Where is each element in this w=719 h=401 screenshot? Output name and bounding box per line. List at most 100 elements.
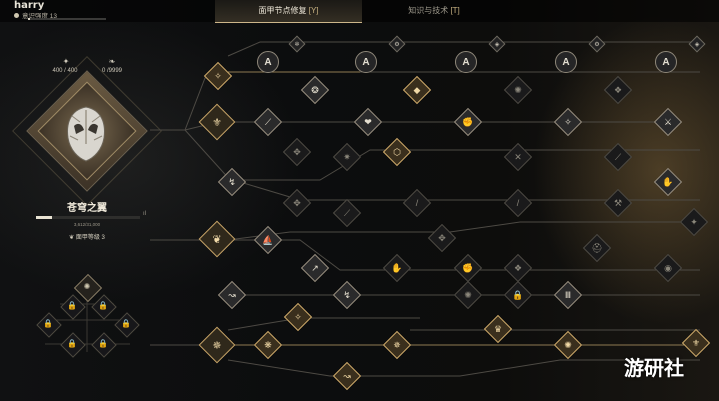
skill-node-r5-6[interactable]: ✦ [679, 207, 709, 237]
pillar-icon: Ⅲ [564, 289, 572, 300]
skill-node-r3-1[interactable]: ⟋ [253, 107, 283, 137]
gem-icon: ✦ [690, 216, 698, 227]
skill-node-r2-3[interactable]: ✺ [503, 75, 533, 105]
skill-node-r7-4[interactable]: ❖ [503, 253, 533, 283]
a-rank-icon: A [462, 56, 470, 68]
hand-icon: ✋ [662, 176, 674, 187]
shell-icon: ✺ [514, 84, 522, 95]
mask-icon: ✥ [293, 146, 301, 157]
skill-node-r9-2[interactable]: ❋ [253, 330, 283, 360]
wing-icon: ✧ [294, 311, 302, 322]
skill-node-s4[interactable]: ⚙ [588, 35, 606, 53]
skill-node-r5-1[interactable]: ✥ [282, 188, 312, 218]
heart-icon: ❤ [364, 116, 372, 127]
fist-icon: ✊ [462, 116, 474, 127]
skill-node-r8-1[interactable]: ↯ [332, 280, 362, 310]
shield-icon: ⬡ [393, 146, 401, 157]
upgrade-node-a5[interactable]: A [655, 51, 677, 73]
shell-icon: ✺ [464, 289, 472, 300]
skill-node-r8-2[interactable]: ✺ [453, 280, 483, 310]
crown-icon: ♛ [493, 323, 503, 334]
skill-node-s2[interactable]: ⚙ [388, 35, 406, 53]
skill-node-r9-3[interactable]: ✵ [382, 330, 412, 360]
skill-node-root-4[interactable]: ❦ [198, 220, 236, 258]
skill-node-r5-3[interactable]: / [402, 188, 432, 218]
upgrade-node-a4[interactable]: A [555, 51, 577, 73]
blade-icon: ⟋ [614, 151, 622, 162]
upgrade-node-a1[interactable]: A [257, 51, 279, 73]
skill-node-r9-6[interactable]: ⚜ [681, 328, 711, 358]
feather-icon: ⟋ [343, 207, 351, 218]
skill-node-root-1[interactable]: ✧ [203, 61, 233, 91]
skill-node-r5-2[interactable]: ⟋ [332, 198, 362, 228]
skill-node-r2-4[interactable]: ❖ [603, 75, 633, 105]
skill-node-r6-1[interactable]: ⛵ [253, 225, 283, 255]
skill-node-r3-4[interactable]: ✧ [553, 107, 583, 137]
blade-icon: / [516, 198, 520, 208]
boot-icon: ↯ [343, 289, 351, 300]
skill-node-r9-5[interactable]: ✺ [553, 330, 583, 360]
lock-icon: 🔒 [512, 289, 524, 300]
a-rank-icon: A [662, 56, 670, 68]
skill-node-r3-3[interactable]: ✊ [453, 107, 483, 137]
skill-node-r8-4[interactable]: Ⅲ [553, 280, 583, 310]
skill-node-r8-3[interactable]: 🔒 [503, 280, 533, 310]
watermark-logo: 游研社 [624, 356, 684, 380]
gear-icon: ✲ [294, 41, 300, 48]
skill-node-r2-2[interactable]: ◆ [402, 75, 432, 105]
a-rank-icon: A [362, 56, 370, 68]
skill-node-root-6[interactable]: ✵ [198, 326, 236, 364]
skill-node-r3-5[interactable]: ⚔ [653, 107, 683, 137]
skill-node-r9-1[interactable]: ✧ [283, 302, 313, 332]
sigil-icon: ✵ [212, 339, 222, 352]
skill-node-r3-2[interactable]: ❤ [353, 107, 383, 137]
eye-icon: ◉ [664, 262, 672, 273]
skill-node-root-2[interactable]: ⚜ [198, 103, 236, 141]
blade-icon: / [415, 198, 419, 208]
skill-node-r2-1[interactable]: ❂ [300, 75, 330, 105]
skill-node-r4-6[interactable]: ✋ [653, 167, 683, 197]
claw-icon: ⚜ [212, 116, 222, 129]
boot-icon: ↯ [228, 176, 236, 187]
crossed-swords-icon: ✕ [514, 151, 522, 162]
a-rank-icon: A [264, 56, 272, 68]
boat-icon: ⛵ [262, 234, 274, 245]
claw-icon: ⚔ [663, 116, 673, 127]
skill-node-r4-4[interactable]: ✕ [503, 142, 533, 172]
skill-node-r6-2[interactable]: ✥ [427, 223, 457, 253]
skill-node-r5-5[interactable]: ⚒ [603, 188, 633, 218]
skill-node-r7-5[interactable]: ◉ [653, 253, 683, 283]
a-rank-icon: A [562, 56, 570, 68]
skill-node-r5-4[interactable]: / [503, 188, 533, 218]
skill-node-r7-3[interactable]: ✊ [453, 253, 483, 283]
orb-icon: ❖ [613, 84, 623, 95]
skill-node-r4-2[interactable]: ✷ [332, 142, 362, 172]
spark-icon: ✷ [343, 151, 351, 162]
dash-icon: ↝ [228, 289, 236, 300]
orb-icon: ❖ [513, 262, 523, 273]
skill-node-r4-3[interactable]: ⬡ [382, 137, 412, 167]
skill-node-r7-1[interactable]: ↗ [300, 253, 330, 283]
skill-node-s5[interactable]: ◈ [688, 35, 706, 53]
skill-node-s1[interactable]: ✲ [288, 35, 306, 53]
rune-icon: ❋ [264, 339, 272, 350]
skill-node-r4-1[interactable]: ✥ [282, 137, 312, 167]
emblem-icon: ⚜ [691, 337, 701, 348]
skill-node-r9-7[interactable]: ↝ [332, 361, 362, 391]
skill-node-r7-2[interactable]: ✋ [382, 253, 412, 283]
skill-node-r9-4[interactable]: ♛ [483, 314, 513, 344]
skill-node-r6-3[interactable]: ⛑ [582, 233, 612, 263]
upgrade-node-a3[interactable]: A [455, 51, 477, 73]
upgrade-node-a2[interactable]: A [355, 51, 377, 73]
skill-node-s3[interactable]: ◈ [488, 35, 506, 53]
star-icon: ✺ [564, 339, 572, 350]
hand-icon: ✋ [391, 262, 403, 273]
helm-icon: ⛑ [591, 242, 603, 253]
arrow-icon: ↗ [311, 262, 319, 273]
skill-node-r4-5[interactable]: ⟋ [603, 142, 633, 172]
wing-icon: ✧ [214, 70, 222, 81]
skill-node-root-3[interactable]: ↯ [217, 167, 247, 197]
wing-icon: ✧ [564, 116, 572, 127]
cog-icon: ⚙ [594, 41, 600, 48]
skill-node-root-5[interactable]: ↝ [217, 280, 247, 310]
